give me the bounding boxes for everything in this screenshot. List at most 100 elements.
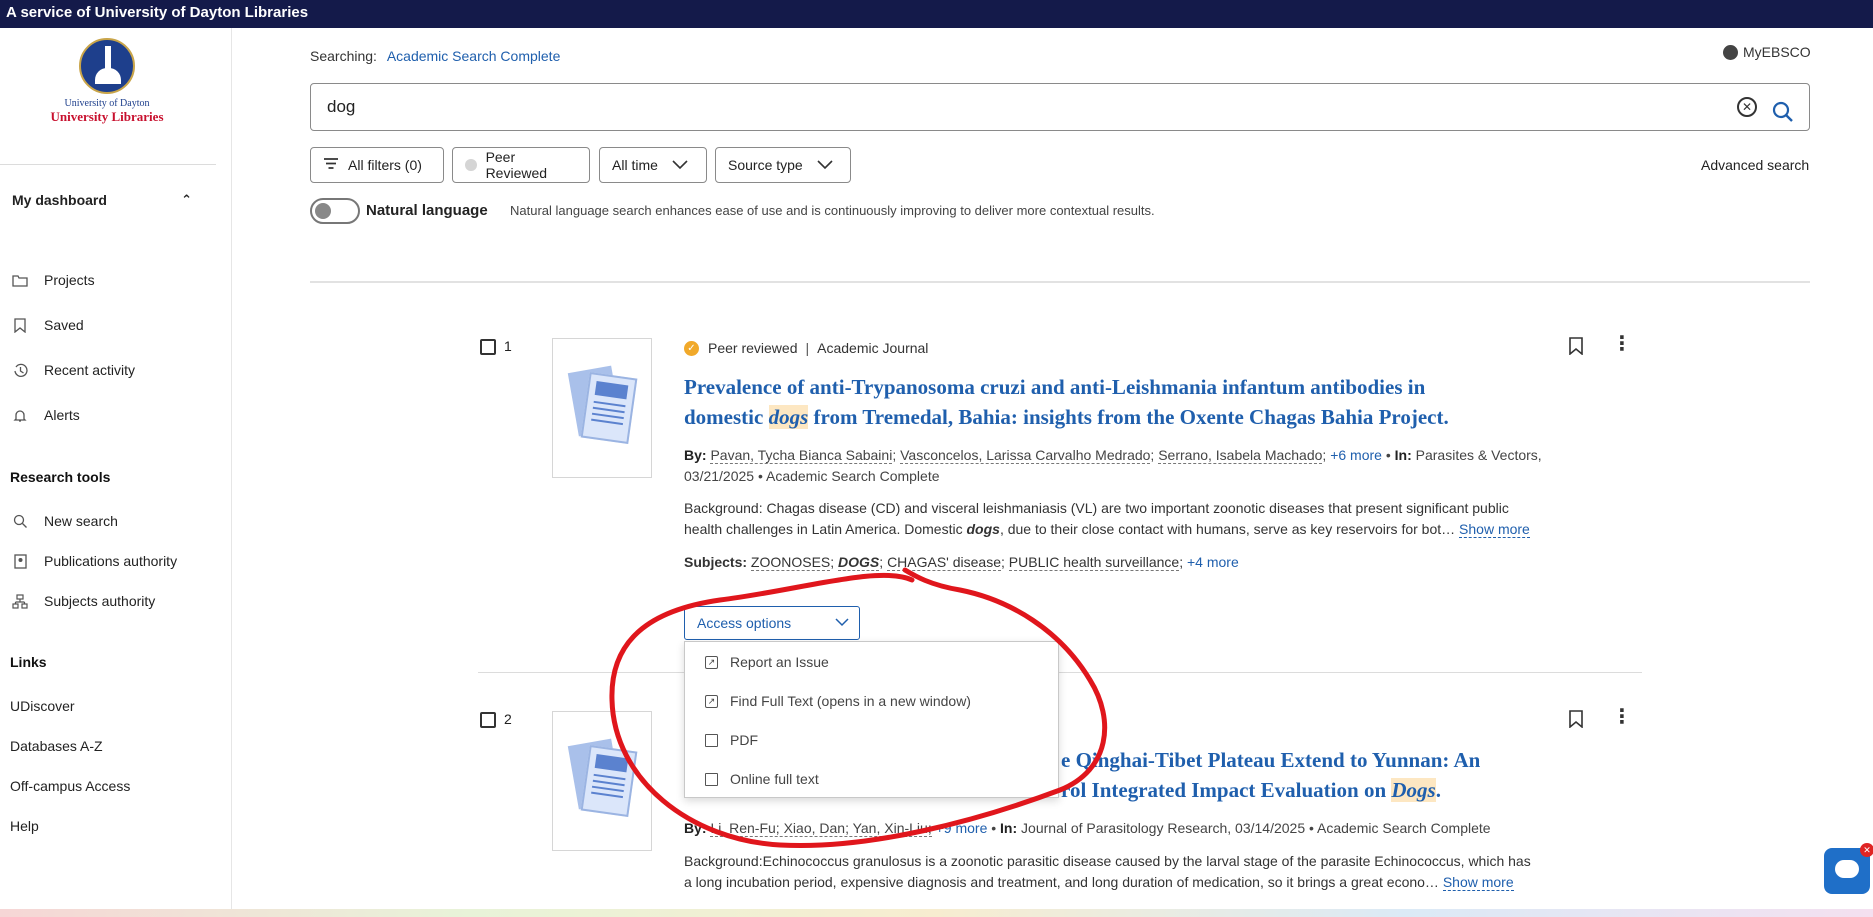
abstract-line-2: a long incubation period, expensive diag…	[684, 872, 1584, 893]
link-off-campus-access[interactable]: Off-campus Access	[10, 778, 130, 794]
result-checkbox[interactable]	[480, 712, 496, 728]
bookmark-icon[interactable]	[1569, 710, 1583, 729]
access-options-dropdown[interactable]: Access options	[684, 606, 860, 640]
author-link[interactable]: Pavan, Tycha Bianca Sabaini	[710, 447, 893, 464]
result-checkbox[interactable]	[480, 339, 496, 355]
result-meta: ✓ Peer reviewed | Academic Journal	[684, 340, 928, 356]
all-filters-button[interactable]: All filters (0)	[310, 147, 444, 183]
searching-label: Searching:	[310, 48, 377, 64]
my-dashboard-label: My dashboard	[12, 192, 107, 208]
more-subjects-link[interactable]: +4 more	[1187, 554, 1239, 570]
by-label: By:	[684, 447, 707, 463]
all-filters-label: All filters (0)	[348, 157, 422, 173]
source-line: Journal of Parasitology Research, 03/14/…	[1021, 820, 1491, 836]
peer-reviewed-check-icon: ✓	[684, 340, 699, 356]
more-options-icon[interactable]: ⋮	[1612, 707, 1632, 727]
menu-item-online-full-text[interactable]: Online full text	[705, 771, 819, 787]
abstract-emphasis: dogs	[966, 521, 1000, 537]
all-time-label: All time	[612, 157, 658, 173]
result-abstract: Background:Echinococcus granulosus is a …	[684, 851, 1584, 893]
meta-separator: |	[805, 340, 810, 356]
sidebar-item-label: Recent activity	[44, 362, 136, 378]
more-authors-link[interactable]: +6 more	[1330, 447, 1382, 463]
result-title-link[interactable]: e Qinghai-Tibet Plateau Extend to Yunnan…	[1061, 745, 1561, 775]
abstract-text: a long incubation period, expensive diag…	[684, 874, 1439, 890]
abstract-line-1: Background:Echinococcus granulosus is a …	[684, 853, 1531, 869]
search-submit-icon[interactable]	[1771, 96, 1795, 122]
author-link[interactable]: Vasconcelos, Larissa Carvalho Medrado	[900, 447, 1151, 464]
by-label: By:	[684, 820, 707, 836]
menu-item-label: Find Full Text (opens in a new window)	[730, 693, 971, 709]
search-input[interactable]: dog ✕	[310, 83, 1810, 131]
results-divider	[310, 281, 1810, 283]
sidebar-item-label: Subjects authority	[44, 593, 156, 609]
natural-language-description: Natural language search enhances ease of…	[510, 203, 1155, 218]
chevron-down-icon	[835, 607, 849, 639]
link-help[interactable]: Help	[10, 818, 39, 834]
sidebar-item-label: New search	[44, 513, 118, 529]
result-thumbnail[interactable]	[552, 338, 652, 478]
title-text: .	[1435, 778, 1441, 802]
title-highlight: dogs	[768, 405, 809, 429]
logo-line-1: University of Dayton	[64, 98, 150, 109]
result-thumbnail[interactable]	[552, 711, 652, 851]
logo-line-2: University Libraries	[50, 109, 164, 124]
show-more-link[interactable]: Show more	[1442, 874, 1514, 891]
subject-link[interactable]: PUBLIC health surveillance	[1008, 554, 1180, 571]
history-icon	[12, 362, 28, 378]
more-authors-link[interactable]: +9 more	[936, 820, 988, 836]
result-title-link[interactable]: Prevalence of anti-Trypanosoma cruzi and…	[684, 372, 1584, 432]
access-options-menu: ↗ Report an Issue ↗ Find Full Text (open…	[684, 641, 1059, 798]
abstract-text: health challenges in Latin America. Dome…	[684, 521, 967, 537]
subject-link[interactable]: ZOONOSES	[750, 554, 831, 571]
sidebar-item-alerts[interactable]: Alerts	[12, 407, 80, 423]
user-avatar-icon	[1723, 44, 1738, 60]
sidebar-item-saved[interactable]: Saved	[12, 317, 84, 333]
research-tools-heading: Research tools	[10, 469, 111, 485]
subject-link[interactable]: CHAGAS' disease	[887, 554, 1002, 571]
advanced-search-link[interactable]: Advanced search	[1701, 157, 1809, 173]
link-udiscover[interactable]: UDiscover	[10, 698, 75, 714]
menu-item-pdf[interactable]: PDF	[705, 732, 758, 748]
all-time-dropdown[interactable]: All time	[599, 147, 707, 183]
show-more-link[interactable]: Show more	[1459, 521, 1530, 538]
menu-item-label: PDF	[730, 732, 758, 748]
sidebar-item-recent-activity[interactable]: Recent activity	[12, 362, 135, 378]
source-type-dropdown[interactable]: Source type	[715, 147, 851, 183]
myebsco-button[interactable]: MyEBSCO	[1723, 44, 1811, 60]
result-abstract: Background: Chagas disease (CD) and visc…	[684, 498, 1584, 540]
university-logo[interactable]: University of Dayton University Librarie…	[48, 38, 166, 125]
my-dashboard-toggle[interactable]: My dashboard ⌃	[12, 192, 192, 208]
peer-reviewed-label: Peer reviewed	[708, 340, 798, 356]
author-links[interactable]: Li, Ren-Fu; Xiao, Dan; Yan, Xin-Liu;	[710, 820, 932, 837]
result-title-line-1: e Qinghai-Tibet Plateau Extend to Yunnan…	[1061, 748, 1481, 772]
result-number: 1	[504, 338, 512, 354]
menu-item-report-issue[interactable]: ↗ Report an Issue	[705, 654, 829, 670]
bookmark-icon[interactable]	[1569, 337, 1583, 356]
title-highlight: Dogs	[1391, 778, 1436, 802]
database-link[interactable]: Academic Search Complete	[387, 48, 561, 64]
subject-link[interactable]: DOGS	[838, 554, 880, 571]
folder-icon	[12, 272, 28, 288]
bell-icon	[12, 407, 28, 423]
date-database: 03/21/2025 • Academic Search Complete	[684, 468, 940, 484]
sidebar-item-subjects-authority[interactable]: Subjects authority	[12, 593, 155, 609]
external-link-icon: ↗	[705, 694, 718, 708]
menu-item-find-full-text[interactable]: ↗ Find Full Text (opens in a new window)	[705, 693, 971, 709]
title-text: from Tremedal, Bahia: insights from the …	[808, 405, 1449, 429]
clear-search-icon[interactable]: ✕	[1737, 97, 1757, 117]
peer-reviewed-filter-button[interactable]: Peer Reviewed	[452, 147, 590, 183]
author-link[interactable]: Serrano, Isabela Machado	[1158, 447, 1323, 464]
result-subjects: Subjects: ZOONOSES; DOGS; CHAGAS' diseas…	[684, 554, 1239, 571]
close-chat-icon[interactable]: ✕	[1860, 843, 1873, 857]
sidebar-item-label: Alerts	[44, 407, 80, 423]
link-databases-a-z[interactable]: Databases A-Z	[10, 738, 103, 754]
sidebar-item-publications-authority[interactable]: Publications authority	[12, 553, 177, 569]
chat-widget-button[interactable]: ✕	[1824, 843, 1873, 894]
result-title-link-line-2[interactable]: rol Integrated Impact Evaluation on Dogs…	[1061, 775, 1581, 805]
menu-item-label: Online full text	[730, 771, 819, 787]
sidebar-item-projects[interactable]: Projects	[12, 272, 95, 288]
more-options-icon[interactable]: ⋮	[1612, 334, 1632, 354]
sidebar-item-new-search[interactable]: New search	[12, 513, 118, 529]
natural-language-toggle[interactable]	[310, 198, 360, 224]
